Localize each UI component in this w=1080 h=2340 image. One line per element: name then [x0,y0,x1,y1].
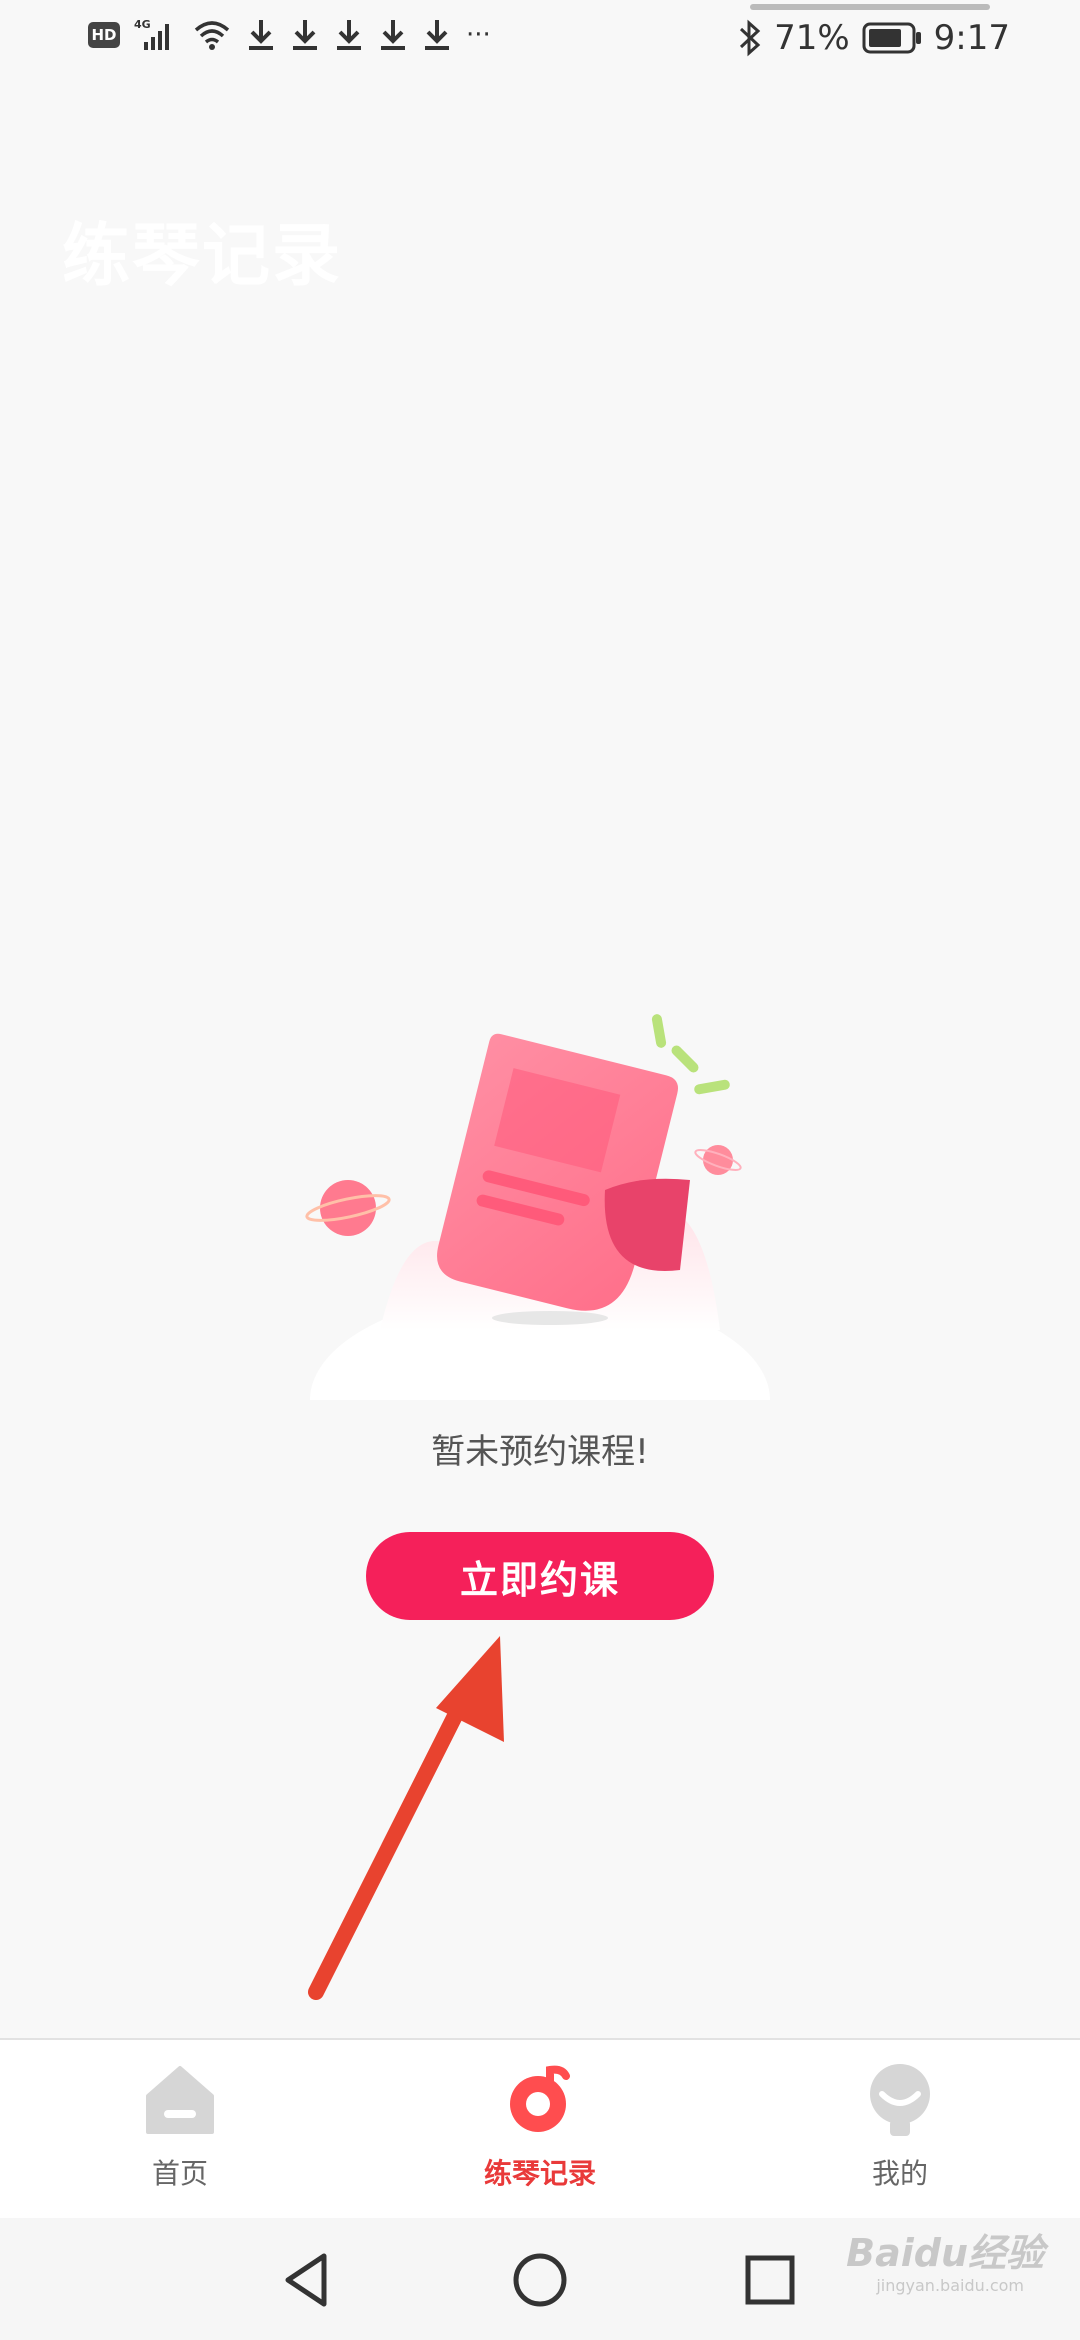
wifi-icon [192,18,232,52]
annotation-arrow-icon [300,1620,520,2000]
hd-badge: HD [88,22,120,48]
download-icon [246,18,276,52]
watermark-logo: Baidu经验 [846,2231,1044,2275]
recent-apps-icon[interactable] [738,2248,802,2312]
app-screen: HD 4G ··· 71% 9:17 练琴记录 暂未预约课程! 立即约课 首页 … [0,0,1080,2340]
download-icon [334,18,364,52]
battery-percent: 71% [774,18,850,58]
home-circle-icon[interactable] [508,2248,572,2312]
empty-state-illustration [300,1000,780,1510]
download-icon [378,18,408,52]
profile-icon [870,2064,930,2136]
music-note-icon [510,2065,570,2132]
back-icon[interactable] [276,2248,340,2312]
tab-home[interactable]: 首页 [0,2040,360,2218]
home-icon [146,2066,214,2134]
tab-profile[interactable]: 我的 [720,2040,1080,2218]
download-icon [422,18,452,52]
network-type-label: 4G [134,18,151,31]
signal-icon: 4G [134,18,178,52]
status-bar: HD 4G ··· 71% 9:17 [0,0,1080,80]
status-right: 71% 9:17 [738,18,1010,58]
empty-state-message: 暂未预约课程! [431,1432,649,1472]
book-lesson-button[interactable]: 立即约课 [366,1532,714,1620]
status-left: HD 4G ··· [88,18,491,52]
tab-home-label: 首页 [151,2157,208,2190]
notification-pull-handle [750,4,990,10]
bluetooth-icon [738,19,762,57]
tab-profile-label: 我的 [871,2157,928,2190]
clock: 9:17 [933,18,1010,58]
watermark-url: jingyan.baidu.com [876,2276,1024,2295]
tab-practice-record-label: 练琴记录 [483,2157,596,2190]
tab-practice-record[interactable]: 练琴记录 [360,2040,720,2218]
page-title: 练琴记录 [62,217,343,296]
more-notifications-indicator: ··· [466,20,491,50]
battery-icon [862,21,922,55]
download-icon [290,18,320,52]
bottom-tab-bar: 首页 练琴记录 我的 [0,2038,1080,2218]
